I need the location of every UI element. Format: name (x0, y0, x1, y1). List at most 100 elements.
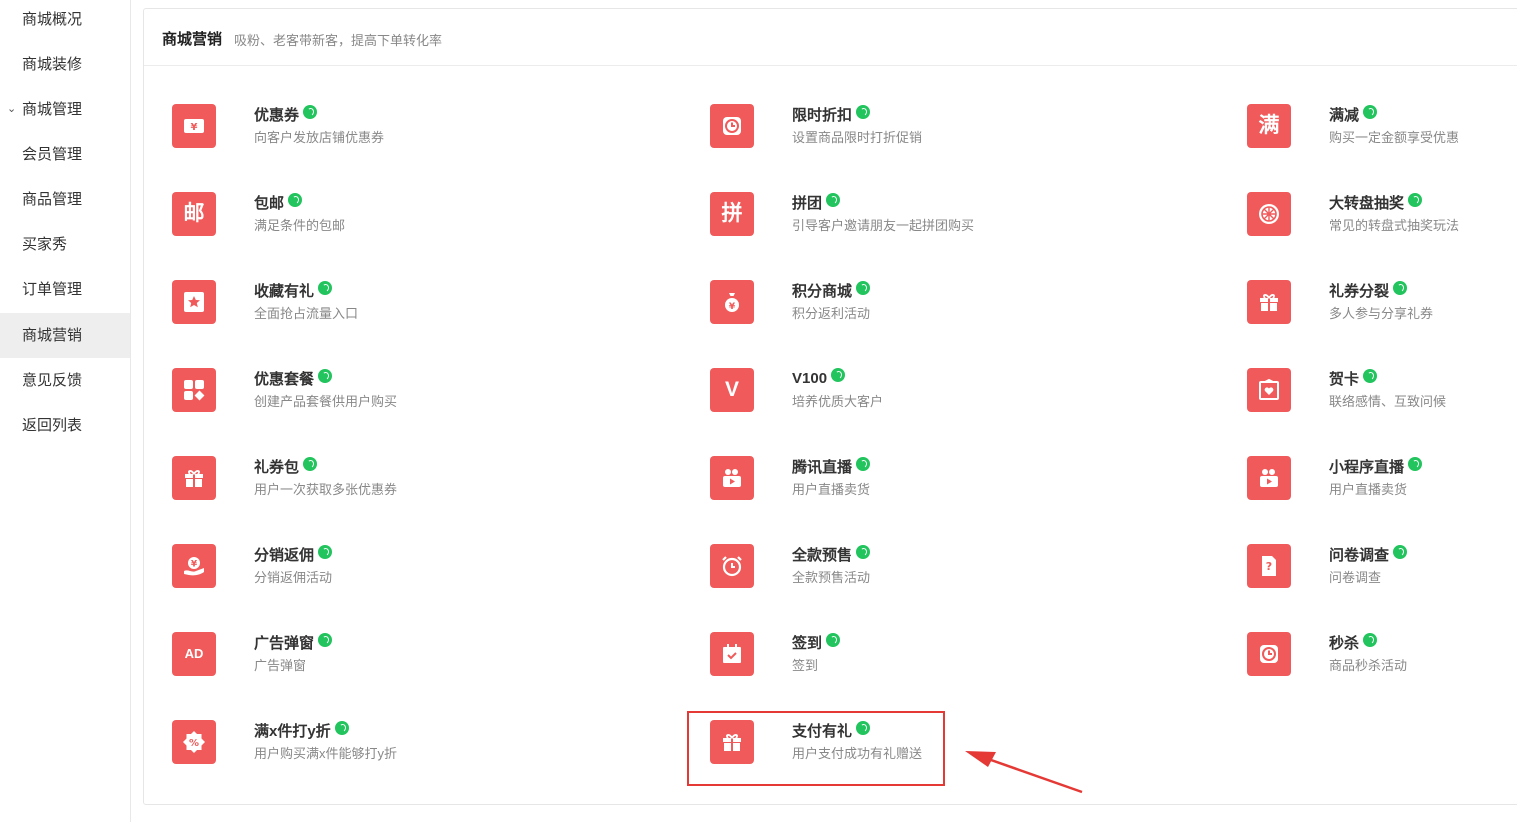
link-badge-icon (856, 457, 871, 471)
discount-icon: % (172, 720, 216, 764)
card-description: 创建产品套餐供用户购买 (254, 394, 398, 409)
marketing-card[interactable]: 满 满减购买一定金额享受优惠 (1247, 104, 1517, 174)
card-title: 全款预售 (792, 544, 871, 565)
marketing-card[interactable]: V V100 培养优质大客户 (710, 368, 1130, 438)
ad-icon: AD (172, 632, 216, 676)
alarm-icon (710, 544, 754, 588)
marketing-card[interactable]: ¥ 优惠券 向客户发放店铺优惠券 (172, 104, 592, 174)
card-title-text: 分销返佣 (254, 547, 315, 564)
star-icon (172, 280, 216, 324)
card-title: 大转盘抽奖 (1329, 192, 1423, 213)
card-description: 引导客户邀请朋友一起拼团购买 (792, 218, 975, 233)
marketing-card[interactable]: AD 广告弹窗 广告弹窗 (172, 632, 592, 702)
link-badge-icon (318, 545, 333, 559)
sidebar-item-overview[interactable]: 商城概况 (0, 0, 130, 42)
gift-icon (172, 456, 216, 500)
marketing-card[interactable]: 限时折扣设置商品限时打折促销 (710, 104, 1130, 174)
card-title-text: 包邮 (254, 195, 285, 212)
link-badge-icon (318, 633, 333, 647)
sidebar-item-decoration[interactable]: 商城装修 (0, 42, 130, 87)
marketing-card[interactable]: 全款预售 全款预售活动 (710, 544, 1130, 614)
card-title-text: 优惠券 (254, 107, 300, 124)
link-badge-icon (856, 545, 871, 559)
card-description: 用户直播卖货 (792, 482, 871, 497)
sidebar-item-orders[interactable]: 订单管理 (0, 267, 130, 312)
marketing-card[interactable]: ¥ 分销返佣分销返佣活动 (172, 544, 592, 614)
sidebar-item-label: 商城管理 (22, 101, 83, 118)
card-title: 收藏有礼 (254, 280, 333, 301)
sidebar-item-label: 商城装修 (22, 56, 83, 73)
link-badge-icon (1393, 281, 1408, 295)
marketing-card[interactable]: 腾讯直播 用户直播卖货 (710, 456, 1130, 526)
you-icon: 邮 (172, 192, 216, 236)
card-description: 培养优质大客户 (792, 394, 884, 409)
link-badge-icon (318, 281, 333, 295)
card-title: 积分商城 (792, 280, 871, 301)
marketing-card[interactable]: 收藏有礼全面抢占流量入口 (172, 280, 592, 350)
marketing-card[interactable]: 邮 包邮满足条件的包邮 (172, 192, 592, 262)
card-title: 限时折扣 (792, 104, 871, 125)
card-title-text: 满x件打y折 (254, 723, 331, 740)
sidebar-item-mall-management[interactable]: ⌄ 商城管理 (0, 87, 130, 132)
panel-header: 商城营销 吸粉、老客带新客，提高下单转化率 (144, 9, 1517, 66)
marketing-card[interactable]: 小程序直播 用户直播卖货 (1247, 456, 1517, 526)
v100-icon: V (710, 368, 754, 412)
marketing-card[interactable]: 拼 拼团引导客户邀请朋友一起拼团购买 (710, 192, 1130, 262)
card-title-text: 小程序直播 (1329, 459, 1405, 476)
card-title-text: 全款预售 (792, 547, 853, 564)
sidebar-item-members[interactable]: 会员管理 (0, 132, 130, 177)
marketing-card[interactable]: ¥ 积分商城 积分返利活动 (710, 280, 1130, 350)
sidebar-item-back-to-list[interactable]: 返回列表 (0, 403, 130, 448)
link-badge-icon (826, 193, 841, 207)
survey-icon: ? (1247, 544, 1291, 588)
card-description: 分销返佣活动 (254, 570, 333, 585)
sidebar-item-label: 意见反馈 (22, 372, 83, 389)
link-badge-icon (1363, 633, 1378, 647)
card-description: 问卷调查 (1329, 570, 1382, 585)
clock-icon (710, 104, 754, 148)
marketing-card[interactable]: 秒杀 商品秒杀活动 (1247, 632, 1517, 702)
card-title: 问卷调查 (1329, 544, 1408, 565)
camera-icon (710, 456, 754, 500)
card-heart-icon (1247, 368, 1291, 412)
sidebar-item-marketing[interactable]: 商城营销 (0, 313, 130, 358)
sidebar-item-feedback[interactable]: 意见反馈 (0, 358, 130, 403)
link-badge-icon (1363, 105, 1378, 119)
sidebar-item-products[interactable]: 商品管理 (0, 177, 130, 222)
marketing-card[interactable]: ? 问卷调查 问卷调查 (1247, 544, 1517, 614)
chevron-down-icon: ⌄ (7, 103, 17, 115)
clock-icon (1247, 632, 1291, 676)
marketing-card[interactable]: 贺卡 联络感情、互致问候 (1247, 368, 1517, 438)
link-badge-icon (303, 105, 318, 119)
page-title: 商城营销 (162, 31, 223, 48)
marketing-card[interactable]: 签到 签到 (710, 632, 1130, 702)
link-badge-icon (826, 633, 841, 647)
pin-icon: 拼 (710, 192, 754, 236)
man-icon: 满 (1247, 104, 1291, 148)
sidebar-item-buyer-show[interactable]: 买家秀 (0, 222, 130, 267)
card-title: 优惠套餐 (254, 368, 333, 389)
card-description: 购买一定金额享受优惠 (1329, 130, 1460, 145)
link-badge-icon (856, 105, 871, 119)
card-description: 全面抢占流量入口 (254, 306, 359, 321)
card-title: 拼团 (792, 192, 841, 213)
marketing-card[interactable]: 礼券包用户一次获取多张优惠券 (172, 456, 592, 526)
icon-glyph: 拼 (721, 202, 743, 225)
card-title-text: 秒杀 (1329, 635, 1360, 652)
card-description: 设置商品限时打折促销 (792, 130, 923, 145)
card-title: 满减 (1329, 104, 1378, 125)
card-title: 满x件打y折 (254, 720, 349, 741)
card-description: 积分返利活动 (792, 306, 871, 321)
marketing-card[interactable]: 礼券分裂 多人参与分享礼券 (1247, 280, 1517, 350)
card-title-text: 优惠套餐 (254, 371, 315, 388)
marketing-card[interactable]: % 满x件打y折 用户购买满x件能够打y折 (172, 720, 592, 790)
card-title-text: 礼券包 (254, 459, 300, 476)
annotation-arrow-icon (965, 751, 1083, 794)
card-description: 满足条件的包邮 (254, 218, 346, 233)
marketing-card[interactable]: 优惠套餐创建产品套餐供用户购买 (172, 368, 592, 438)
icon-glyph: V (724, 378, 739, 401)
marketing-card[interactable]: 大转盘抽奖 常见的转盘式抽奖玩法 (1247, 192, 1517, 262)
card-description: 用户一次获取多张优惠券 (254, 482, 398, 497)
link-badge-icon (288, 193, 303, 207)
svg-text:¥: ¥ (191, 560, 198, 570)
